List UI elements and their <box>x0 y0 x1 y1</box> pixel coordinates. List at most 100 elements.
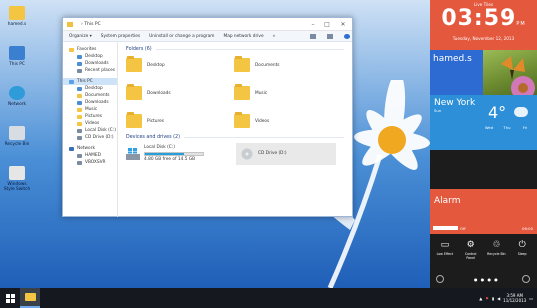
nav-item[interactable]: Downloads <box>63 99 117 106</box>
notifications-icon[interactable]: ▭ <box>529 296 533 301</box>
desktop-icon-this-pc[interactable]: This PC <box>2 46 32 67</box>
forecast-day: Fri <box>522 125 528 130</box>
nav-item-label: Downloads <box>85 61 109 66</box>
live-tiles-panel: Live Tiles 03:59PM Tuesday, November 12,… <box>430 0 537 288</box>
quick-label: Recycle Bin <box>487 252 506 256</box>
maximize-button[interactable]: □ <box>320 18 334 31</box>
uninstall-program-button[interactable]: Uninstall or change a program <box>149 34 214 39</box>
desktop-icon-network[interactable]: Network <box>2 86 32 107</box>
folder-item[interactable]: Pictures <box>126 111 226 131</box>
start-button[interactable] <box>0 288 20 308</box>
recycle-bin-icon: ♲ <box>492 240 501 250</box>
folder-icon <box>67 21 73 27</box>
user-tile[interactable]: hamed.s <box>430 50 483 95</box>
nav-item-label: Recent places <box>85 68 116 73</box>
system-tray: ▲ ⚑ ▮ ◀ 3:59 AM 11/12/2013 ▭ <box>479 293 537 303</box>
nav-item[interactable]: Desktop <box>63 53 117 60</box>
folder-item[interactable]: Videos <box>234 111 334 131</box>
taskbar-clock[interactable]: 3:59 AM 11/12/2013 <box>503 293 526 303</box>
nav-item[interactable]: Desktop <box>63 85 117 92</box>
folder-item[interactable]: Music <box>234 83 334 103</box>
alarm-status: Off <box>460 226 466 231</box>
organize-menu[interactable]: Organize ▾ <box>69 34 92 39</box>
nav-item-label: Downloads <box>85 100 109 105</box>
folder-icon <box>234 112 250 128</box>
recycle-bin-icon <box>9 126 25 140</box>
nav-item-icon <box>77 54 82 59</box>
nav-item[interactable]: Recent places <box>63 67 117 74</box>
desktop-icon-user[interactable]: hamed.s <box>2 6 32 27</box>
file-explorer-window[interactable]: › This PC – □ ✕ Organize ▾ System proper… <box>62 17 353 217</box>
tray-chevron-icon[interactable]: ▲ <box>479 296 482 301</box>
nav-item[interactable]: This PC <box>63 78 117 85</box>
flag-icon[interactable]: ⚑ <box>485 296 489 301</box>
nav-item-icon <box>77 107 82 112</box>
alarm-title: Alarm <box>434 196 461 206</box>
view-options-icon[interactable] <box>310 33 316 39</box>
minimize-button[interactable]: – <box>306 18 320 31</box>
content-pane: Folders (6) Desktop Documents Downloads Mus… <box>118 42 352 217</box>
nav-item[interactable]: Pictures <box>63 113 117 120</box>
nav-item[interactable]: Favorites <box>63 46 117 53</box>
clock-time: 03:59 <box>441 6 517 31</box>
drive-d-name: CD Drive (D:) <box>258 151 287 156</box>
alarm-tile[interactable]: Alarm Off 06:00 <box>430 189 537 234</box>
desktop-icon-recycle-bin[interactable]: Recycle Bin <box>2 126 32 147</box>
folders-heading[interactable]: Folders (6) <box>126 47 344 52</box>
desktop-icon-label: hamed.s <box>7 22 27 27</box>
sleep-button[interactable]: ⏻ Sleep <box>512 238 532 262</box>
nav-item-icon <box>77 153 82 158</box>
nav-item[interactable]: CD Drive (D:) <box>63 134 117 141</box>
nav-item-label: Videos <box>85 121 100 126</box>
more-commands-button[interactable]: » <box>273 34 276 39</box>
system-properties-button[interactable]: System properties <box>101 34 140 39</box>
help-icon[interactable] <box>344 33 350 39</box>
clock-time-row: 03:59PM <box>430 7 537 36</box>
control-panel-button[interactable]: ⚙ Control Panel <box>461 238 481 262</box>
settings-icon[interactable] <box>522 275 530 283</box>
drive-d[interactable]: CD Drive (D:) <box>236 143 336 165</box>
nav-item[interactable]: HAMED <box>63 152 117 159</box>
network-tray-icon[interactable]: ▮ <box>492 296 494 301</box>
explorer-titlebar[interactable]: › This PC – □ ✕ <box>63 18 352 31</box>
clock-tile[interactable]: Live Tiles 03:59PM Tuesday, November 12,… <box>430 0 537 50</box>
drive-c-free-space: 4.80 GB free of 14.5 GB <box>144 157 196 162</box>
desktop-icon-label: Network <box>8 102 26 107</box>
address-bar[interactable]: › This PC <box>81 22 306 27</box>
alarm-progress <box>433 226 458 230</box>
preview-pane-icon[interactable] <box>327 33 333 39</box>
recycle-bin-button[interactable]: ♲ Recycle Bin <box>486 238 506 262</box>
taskbar-file-explorer[interactable] <box>20 288 40 308</box>
drives-heading[interactable]: Devices and drives (2) <box>126 135 344 140</box>
desktop-icon-app[interactable]: Windows Style Switch <box>2 166 32 192</box>
folder-icon <box>24 293 36 301</box>
weather-temperature: 4° <box>488 103 507 122</box>
photo-tile[interactable] <box>483 50 537 95</box>
folder-icon <box>234 56 250 72</box>
clock-date: Tuesday, November 12, 2013 <box>452 36 515 41</box>
folder-label: Documents <box>255 62 280 68</box>
prev-page-icon[interactable] <box>436 275 444 283</box>
panel-footer: ● ● ● ● <box>430 266 537 288</box>
nav-item[interactable]: Documents <box>63 92 117 99</box>
nav-item[interactable]: Downloads <box>63 60 117 67</box>
folder-item[interactable]: Documents <box>234 55 334 75</box>
nav-item[interactable]: Local Disk (C:) <box>63 127 117 134</box>
drive-c[interactable]: Local Disk (C:) 4.80 GB free of 14.5 GB <box>126 143 226 165</box>
folders-grid: Desktop Documents Downloads Music Pictures Vi… <box>126 55 344 131</box>
close-button[interactable]: ✕ <box>334 18 352 31</box>
map-network-drive-button[interactable]: Map network drive <box>224 34 264 39</box>
nav-item[interactable]: VBOXSVR <box>63 159 117 166</box>
volume-icon[interactable]: ◀ <box>497 296 500 301</box>
desktop: hamed.s This PC Network Recycle Bin Wind… <box>0 0 537 288</box>
nav-item[interactable]: Videos <box>63 120 117 127</box>
nav-item[interactable]: Music <box>63 106 117 113</box>
app-icon <box>9 166 25 180</box>
low-effect-button[interactable]: ▭ Low Effect <box>435 238 455 262</box>
power-icon: ⏻ <box>518 240 526 250</box>
windows-logo-icon <box>5 293 15 303</box>
weather-tile[interactable]: New York Sun 4° Wed Thu Fri <box>430 95 537 150</box>
nav-item[interactable]: Network <box>63 145 117 152</box>
folder-item[interactable]: Downloads <box>126 83 226 103</box>
folder-item[interactable]: Desktop <box>126 55 226 75</box>
